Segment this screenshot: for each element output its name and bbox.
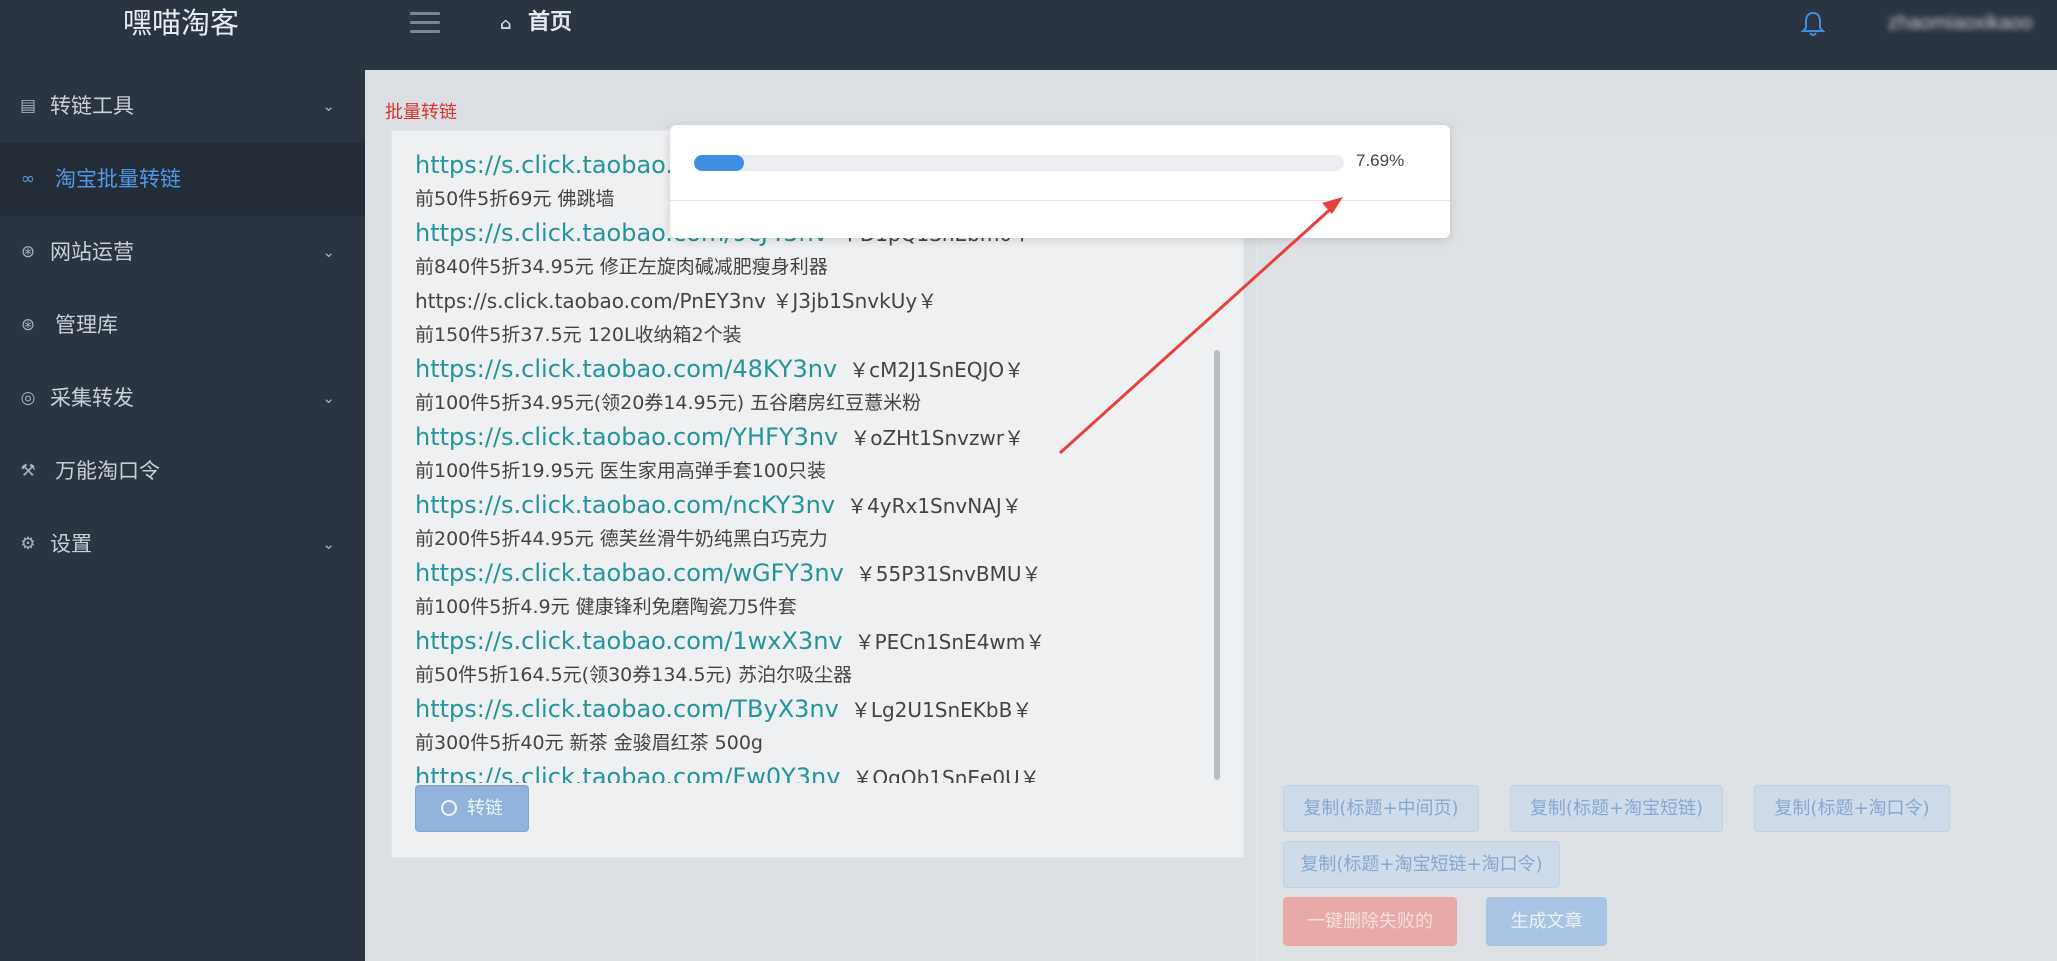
short-url[interactable]: https://s.click.taobao.com/Fw0Y3nv — [415, 763, 840, 783]
loading-spinner-icon — [441, 800, 457, 816]
generate-article-button[interactable]: 生成文章 — [1486, 897, 1607, 946]
progress-percent: 7.69% — [1356, 151, 1405, 170]
wrench-icon: ⚒ — [20, 461, 36, 481]
section-title: 批量转链 — [385, 102, 457, 123]
sidebar-item-label: 采集转发 — [50, 386, 134, 410]
copy-title-middle-button[interactable]: 复制(标题+中间页) — [1283, 785, 1479, 832]
copy-title-shortlink-code-button[interactable]: 复制(标题+淘宝短链+淘口令) — [1283, 841, 1560, 888]
convert-button-label: 转链 — [467, 798, 503, 819]
link-line: https://s.click.taobao.com/YHFY3nv ￥oZHt1… — [415, 420, 1215, 454]
link-line: 前300件5折40元 新茶 金骏眉红茶 500g — [415, 732, 763, 754]
delete-failed-button[interactable]: 一键删除失败的 — [1283, 897, 1457, 946]
breadcrumb-label: 首页 — [528, 10, 573, 35]
sidebar-item-label: 淘宝批量转链 — [55, 167, 181, 191]
taobao-code: ￥4yRx1SnvNAJ￥ — [847, 494, 1022, 518]
bell-icon[interactable] — [1800, 10, 1826, 38]
sidebar-item-label: 管理库 — [55, 313, 118, 337]
sidebar-item-universal-code[interactable]: ⚒ 万能淘口令 — [0, 435, 365, 508]
top-header: 嘿喵淘客 ⌂ 首页 zhaomiaoxikaoo — [0, 0, 2057, 70]
taobao-code: ￥Lg2U1SnEKbB￥ — [850, 698, 1033, 722]
links-textarea[interactable]: https://s.click.taobao.com/前50件5折69元 佛跳墙… — [415, 148, 1215, 783]
link-line: https://s.click.taobao.com/PnEY3nv ￥J3jb… — [415, 289, 938, 313]
cart-icon: ⊛ — [20, 242, 36, 262]
link-line: https://s.click.taobao.com/1wxX3nv ￥PECn1… — [415, 624, 1215, 658]
short-url[interactable]: https://s.click.taobao.com/48KY3nv — [415, 355, 837, 383]
breadcrumb-home[interactable]: ⌂ 首页 — [500, 8, 572, 38]
short-url[interactable]: https://s.click.taobao.com/1wxX3nv — [415, 627, 843, 655]
chevron-down-icon: ⌄ — [322, 243, 335, 261]
sidebar-item-site-ops[interactable]: ⊛ 网站运营 ⌄ — [0, 216, 365, 289]
target-icon: ◎ — [20, 388, 36, 408]
chevron-down-icon: ⌄ — [322, 389, 335, 407]
sidebar-item-collect[interactable]: ◎ 采集转发 ⌄ — [0, 362, 365, 435]
chart-icon: ▤ — [19, 96, 37, 116]
link-line: 前150件5折37.5元 120L收纳箱2个装 — [415, 324, 742, 346]
link-line: https://s.click.taobao.com/TByX3nv ￥Lg2U1… — [415, 692, 1215, 726]
short-url[interactable]: https://s.click.taobao.com/YHFY3nv — [415, 423, 838, 451]
link-line: https://s.click.taobao.com/Fw0Y3nv ￥QgOb1… — [415, 760, 1215, 783]
sidebar-item-library[interactable]: ⊛ 管理库 — [0, 289, 365, 362]
cart-icon: ⊛ — [20, 315, 36, 335]
sidebar-item-taobao-batch[interactable]: ∞ 淘宝批量转链 — [0, 143, 365, 216]
copy-title-code-button[interactable]: 复制(标题+淘口令) — [1754, 785, 1950, 832]
sidebar-item-label: 转链工具 — [50, 94, 134, 118]
menu-toggle-icon[interactable] — [410, 12, 440, 34]
taobao-code: ￥PECn1SnE4wm￥ — [854, 630, 1046, 654]
sidebar-item-settings[interactable]: ⚙ 设置 ⌄ — [0, 508, 365, 581]
chevron-down-icon: ⌄ — [322, 97, 335, 115]
copy-title-shortlink-button[interactable]: 复制(标题+淘宝短链) — [1510, 785, 1723, 832]
user-name[interactable]: zhaomiaoxikaoo — [1888, 6, 2057, 40]
progress-fill — [694, 155, 744, 171]
taobao-code: ￥cM2J1SnEQJO￥ — [849, 358, 1025, 382]
infinity-icon: ∞ — [20, 169, 36, 189]
app-logo: 嘿喵淘客 — [123, 6, 240, 40]
sidebar-item-link-tools[interactable]: ▤ 转链工具 ⌄ — [0, 70, 365, 143]
taobao-code: ￥QgOb1SnEe0U￥ — [852, 766, 1040, 783]
convert-button[interactable]: 转链 — [415, 785, 529, 832]
modal-divider — [670, 200, 1450, 201]
link-line: https://s.click.taobao.com/48KY3nv ￥cM2J1… — [415, 352, 1215, 386]
scrollbar[interactable] — [1214, 350, 1220, 780]
sidebar-item-label: 万能淘口令 — [55, 459, 160, 483]
sidebar: ▤ 转链工具 ⌄ ∞ 淘宝批量转链 ⊛ 网站运营 ⌄ ⊛ 管理库 ◎ 采集转发 … — [0, 70, 365, 961]
short-url[interactable]: https://s.click.taobao.com/ncKY3nv — [415, 491, 835, 519]
link-line: 前50件5折164.5元(领30券134.5元) 苏泊尔吸尘器 — [415, 664, 853, 686]
sidebar-item-label: 设置 — [50, 532, 92, 556]
link-line: 前100件5折4.9元 健康锋利免磨陶瓷刀5件套 — [415, 596, 797, 618]
link-line: 前100件5折19.95元 医生家用高弹手套100只装 — [415, 460, 827, 482]
link-line: https://s.click.taobao.com/wGFY3nv ￥55P31… — [415, 556, 1215, 590]
home-icon: ⌂ — [500, 14, 512, 33]
taobao-code: ￥oZHt1Snvzwr￥ — [850, 426, 1025, 450]
progress-track — [694, 155, 1344, 171]
output-card — [1256, 130, 2057, 961]
link-line: 前200件5折44.95元 德芙丝滑牛奶纯黑白巧克力 — [415, 528, 828, 550]
gear-icon: ⚙ — [20, 534, 36, 554]
taobao-code: ￥55P31SnvBMU￥ — [855, 562, 1042, 586]
short-url[interactable]: https://s.click.taobao.com/TByX3nv — [415, 695, 839, 723]
short-url[interactable]: https://s.click.taobao.com/wGFY3nv — [415, 559, 844, 587]
link-line: https://s.click.taobao.com/ncKY3nv ￥4yRx1… — [415, 488, 1215, 522]
sidebar-item-label: 网站运营 — [50, 240, 134, 264]
link-line: 前100件5折34.95元(领20券14.95元) 五谷磨房红豆薏米粉 — [415, 392, 922, 414]
chevron-down-icon: ⌄ — [322, 535, 335, 553]
progress-modal: 7.69% — [670, 125, 1450, 238]
link-line: 前840件5折34.95元 修正左旋肉碱减肥瘦身利器 — [415, 256, 828, 278]
